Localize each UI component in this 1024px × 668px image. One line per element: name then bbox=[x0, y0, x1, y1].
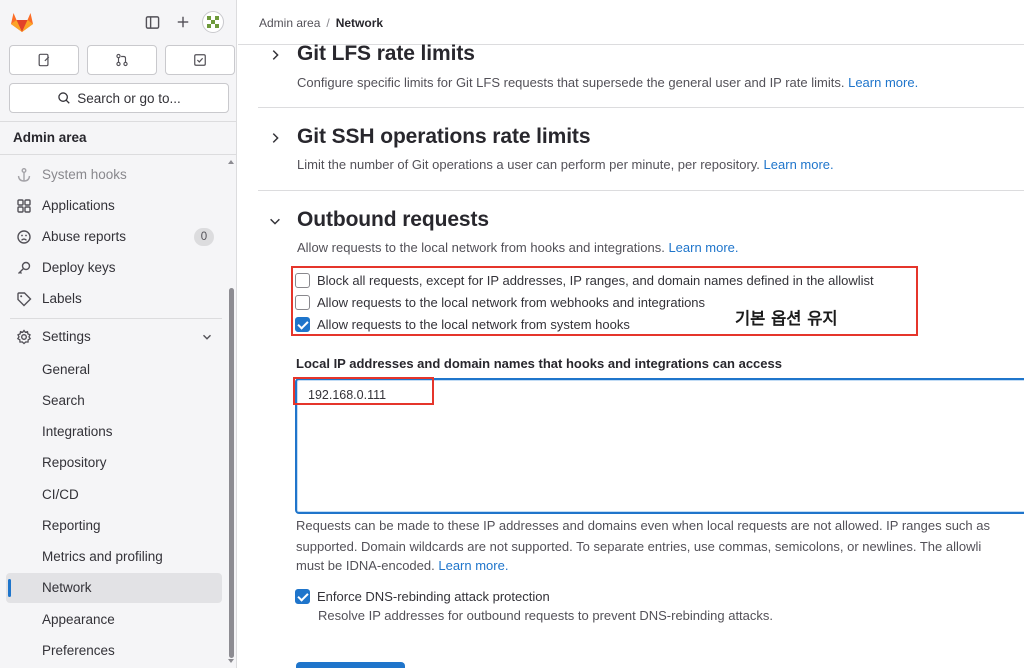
lfs-section-title[interactable]: Git LFS rate limits bbox=[297, 42, 475, 66]
search-icon bbox=[58, 92, 70, 104]
scroll-thumb[interactable] bbox=[229, 288, 234, 658]
ssh-section-title[interactable]: Git SSH operations rate limits bbox=[297, 125, 591, 149]
anchor-icon bbox=[17, 168, 31, 182]
applications-icon bbox=[17, 199, 31, 213]
sidebar-item-metrics-and-profiling[interactable]: Metrics and profiling bbox=[6, 542, 222, 572]
sidebar-item-label: Preferences bbox=[42, 643, 115, 658]
sidebar-item-label: Repository bbox=[42, 455, 107, 470]
search-button-label: Search or go to... bbox=[77, 90, 181, 106]
admin-area-heading: Admin area bbox=[0, 121, 236, 155]
sidebar-item-abuse-reports[interactable]: Abuse reports 0 bbox=[6, 222, 222, 252]
nav-divider bbox=[10, 318, 222, 319]
todo-button[interactable] bbox=[165, 45, 235, 75]
lfs-learn-more-link[interactable]: Learn more. bbox=[848, 75, 918, 90]
allowlist-label: Local IP addresses and domain names that… bbox=[296, 356, 782, 371]
sidebar-item-repository[interactable]: Repository bbox=[6, 448, 222, 478]
breadcrumb-admin-area[interactable]: Admin area bbox=[259, 16, 320, 30]
abuse-face-icon bbox=[17, 230, 31, 244]
sidebar: Search or go to... Admin area System hoo… bbox=[0, 0, 237, 668]
sidebar-item-label: Search bbox=[42, 393, 85, 408]
outbound-learn-more-link[interactable]: Learn more. bbox=[668, 240, 738, 255]
issues-icon bbox=[38, 53, 50, 67]
sidebar-scrollbar[interactable] bbox=[226, 158, 236, 668]
section-title: Admin area bbox=[13, 130, 87, 145]
plus-icon[interactable] bbox=[173, 12, 193, 32]
save-changes-button[interactable] bbox=[296, 662, 405, 668]
sidebar-toggle-icon[interactable] bbox=[142, 12, 162, 32]
section-divider bbox=[258, 107, 1024, 108]
sidebar-item-label: Reporting bbox=[42, 518, 101, 533]
outbound-section-description: Allow requests to the local network from… bbox=[297, 240, 739, 255]
main-content: Admin area / Network Git LFS rate limits C… bbox=[238, 0, 1024, 668]
sidebar-item-reporting[interactable]: Reporting bbox=[6, 511, 222, 541]
search-button[interactable]: Search or go to... bbox=[9, 83, 229, 113]
sidebar-item-label: Integrations bbox=[42, 424, 113, 439]
allowlist-help-line-3: must be IDNA-encoded. Learn more. bbox=[296, 558, 508, 573]
sidebar-item-integrations[interactable]: Integrations bbox=[6, 417, 222, 447]
sidebar-item-label: Applications bbox=[42, 198, 115, 213]
chevron-right-icon[interactable] bbox=[268, 48, 282, 62]
help-text: must be IDNA-encoded. bbox=[296, 558, 435, 573]
sidebar-item-label: Network bbox=[42, 580, 92, 595]
chevron-right-icon[interactable] bbox=[268, 131, 282, 145]
dns-rebinding-help: Resolve IP addresses for outbound reques… bbox=[318, 608, 774, 623]
ip-annotation-box bbox=[293, 377, 434, 405]
allowlist-help-line-2: supported. Domain wildcards are not supp… bbox=[296, 539, 982, 554]
ssh-section-description: Limit the number of Git operations a use… bbox=[297, 157, 834, 172]
ssh-learn-more-link[interactable]: Learn more. bbox=[764, 157, 834, 172]
section-divider bbox=[258, 190, 1024, 191]
abuse-count-badge: 0 bbox=[194, 228, 214, 246]
sidebar-item-appearance[interactable]: Appearance bbox=[6, 605, 222, 635]
breadcrumb-current[interactable]: Network bbox=[336, 16, 383, 30]
sidebar-item-label: CI/CD bbox=[42, 487, 79, 502]
sidebar-item-label: Appearance bbox=[42, 612, 115, 627]
issues-button[interactable] bbox=[9, 45, 79, 75]
sidebar-item-ci-cd[interactable]: CI/CD bbox=[6, 480, 222, 510]
chevron-down-icon[interactable] bbox=[268, 214, 282, 228]
sidebar-item-label: System hooks bbox=[42, 167, 127, 182]
sidebar-item-applications[interactable]: Applications bbox=[6, 191, 222, 221]
quick-actions bbox=[9, 45, 235, 75]
sidebar-item-search[interactable]: Search bbox=[6, 386, 222, 416]
user-avatar[interactable] bbox=[202, 11, 224, 33]
sidebar-item-label: Settings bbox=[42, 329, 91, 344]
key-icon bbox=[18, 261, 31, 274]
todo-checkbox-icon bbox=[194, 54, 206, 66]
sidebar-header bbox=[0, 0, 236, 44]
label-tag-icon bbox=[17, 292, 32, 307]
scroll-down-arrow-icon[interactable] bbox=[228, 659, 234, 663]
sidebar-item-label: Labels bbox=[42, 291, 82, 306]
sidebar-item-label: Deploy keys bbox=[42, 260, 116, 275]
merge-requests-button[interactable] bbox=[87, 45, 157, 75]
settings-gear-icon bbox=[16, 329, 32, 345]
sidebar-item-deploy-keys[interactable]: Deploy keys bbox=[6, 253, 222, 283]
allowlist-help-line-1: Requests can be made to these IP address… bbox=[296, 518, 991, 533]
outbound-desc-text: Allow requests to the local network from… bbox=[297, 240, 665, 255]
breadcrumb: Admin area / Network bbox=[259, 16, 383, 30]
chevron-down-icon bbox=[203, 334, 211, 340]
merge-request-icon bbox=[116, 53, 128, 67]
checkbox-label: Enforce DNS-rebinding attack protection bbox=[317, 589, 550, 604]
breadcrumb-separator: / bbox=[326, 16, 330, 30]
gitlab-logo-icon[interactable] bbox=[10, 11, 34, 33]
annotation-note: 기본 옵션 유지 bbox=[735, 309, 838, 328]
sidebar-item-preferences[interactable]: Preferences bbox=[6, 636, 222, 666]
ssh-desc-text: Limit the number of Git operations a use… bbox=[297, 157, 760, 172]
dns-rebinding-checkbox[interactable] bbox=[295, 589, 310, 604]
lfs-section-description: Configure specific limits for Git LFS re… bbox=[297, 75, 918, 90]
sidebar-item-label: Abuse reports bbox=[42, 229, 127, 244]
sidebar-item-label: Metrics and profiling bbox=[42, 549, 163, 564]
scroll-up-arrow-icon[interactable] bbox=[228, 160, 234, 164]
sidebar-item-labels[interactable]: Labels bbox=[6, 284, 222, 314]
sidebar-item-label: General bbox=[42, 362, 91, 377]
allowlist-learn-more-link[interactable]: Learn more. bbox=[438, 558, 508, 573]
sidebar-item-system-hooks[interactable]: System hooks bbox=[6, 160, 222, 190]
sidebar-item-network[interactable]: Network bbox=[6, 573, 222, 603]
sidebar-item-settings[interactable]: Settings bbox=[6, 322, 222, 352]
sidebar-item-general[interactable]: General bbox=[6, 355, 222, 385]
outbound-section-title[interactable]: Outbound requests bbox=[297, 208, 489, 232]
dns-rebinding-option[interactable]: Enforce DNS-rebinding attack protection bbox=[295, 589, 550, 604]
lfs-desc-text: Configure specific limits for Git LFS re… bbox=[297, 75, 845, 90]
